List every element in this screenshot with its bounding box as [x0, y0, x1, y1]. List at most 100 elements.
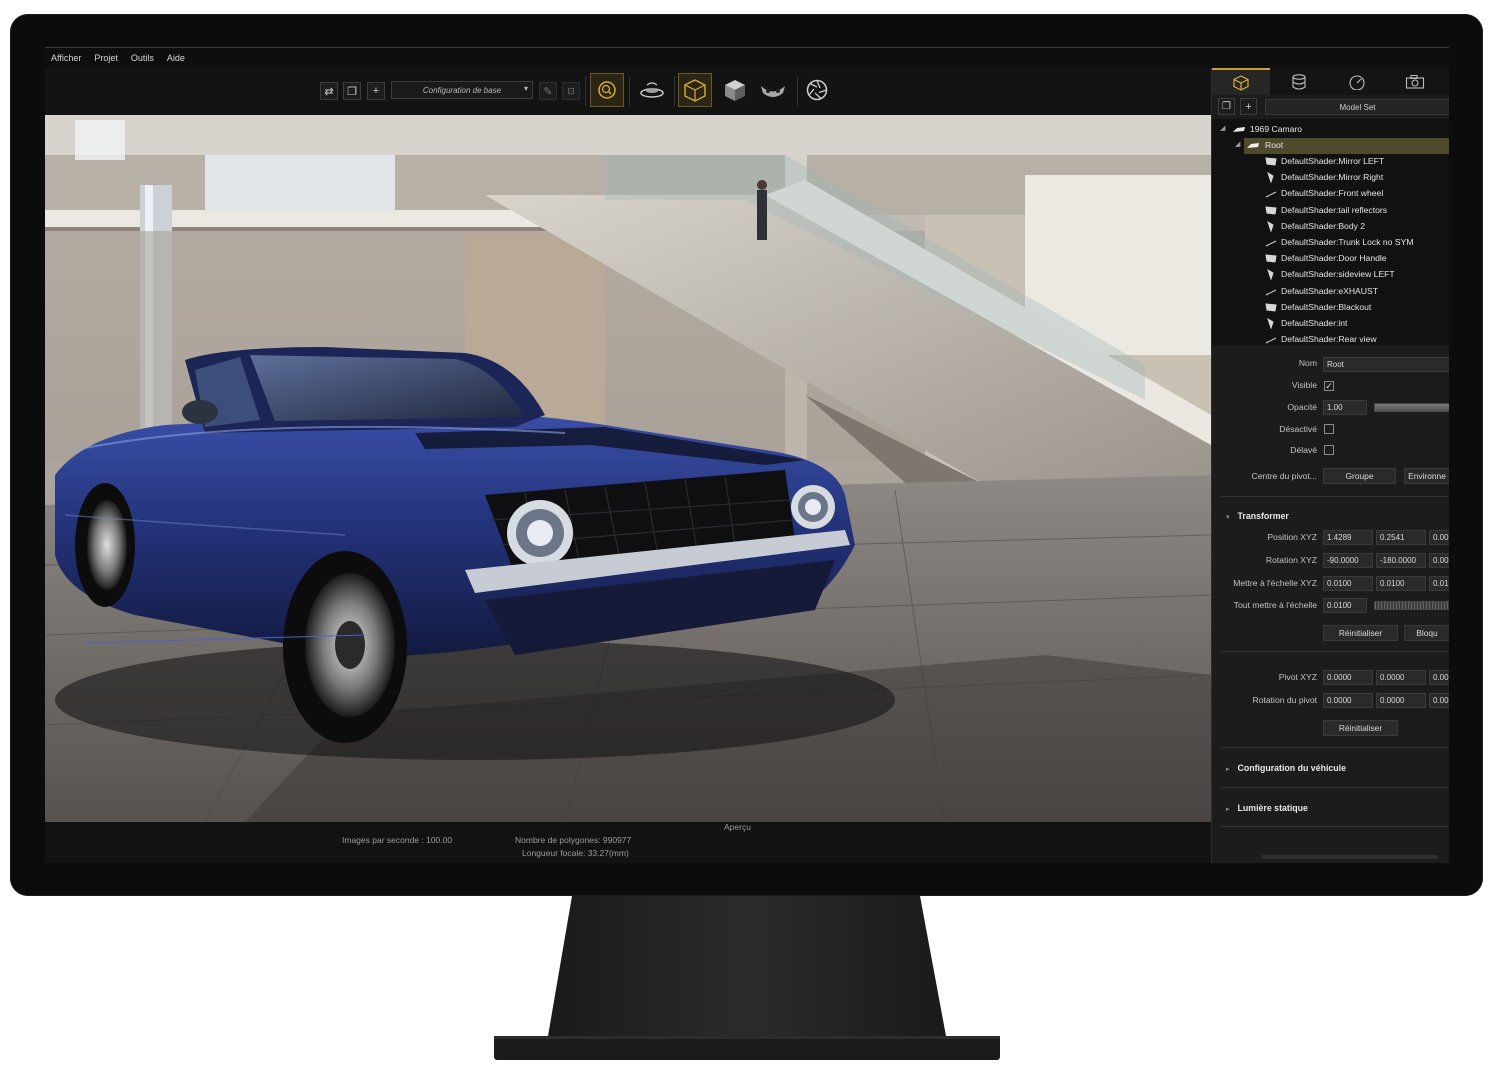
tree-item-label: DefaultShader:sideview LEFT: [1281, 269, 1395, 280]
section-divider: [1220, 787, 1449, 788]
tree-item-shader[interactable]: DefaultShader:sideview LEFT: [1212, 267, 1449, 283]
tree-item-label: DefaultShader:Front wheel: [1281, 188, 1384, 199]
scale-z-field[interactable]: 0.01: [1429, 576, 1449, 591]
opacity-slider[interactable]: [1374, 403, 1449, 412]
mesh-icon: [1265, 240, 1277, 247]
properties-form: Nom Root Visible ✓ Opacité 1.00 Désactiv…: [1212, 345, 1449, 863]
tree-item-shader[interactable]: DefaultShader:Door Handle: [1212, 251, 1449, 267]
menu-afficher[interactable]: Afficher: [45, 48, 88, 68]
add-model-button[interactable]: +: [1240, 98, 1257, 115]
tree-item-label: Root: [1265, 140, 1284, 150]
tree-item-shader[interactable]: DefaultShader:int: [1212, 316, 1449, 332]
mesh-icon: [1265, 303, 1277, 312]
mesh-icon: [1265, 191, 1277, 198]
tree-item-shader[interactable]: DefaultShader:eXHAUST: [1212, 284, 1449, 300]
database-icon: [1292, 73, 1306, 90]
reset-pivot-button[interactable]: Réinitialiser: [1323, 720, 1398, 736]
rotation-y-field[interactable]: -180.0000: [1376, 553, 1426, 568]
tree-item-label: DefaultShader:Door Handle: [1281, 253, 1387, 264]
scale-y-field[interactable]: 0.0100: [1376, 576, 1426, 591]
tree-item-shader[interactable]: DefaultShader:Body 2: [1212, 219, 1449, 235]
mask-button[interactable]: [756, 73, 790, 107]
pivot-rot-y-field[interactable]: 0.0000: [1376, 693, 1426, 708]
tab-data[interactable]: [1270, 68, 1328, 95]
position-x-field[interactable]: 1.4289: [1323, 530, 1373, 545]
tree-item-label: DefaultShader:Blackout: [1281, 301, 1372, 312]
tree-item-root[interactable]: ◢ Root: [1235, 138, 1449, 154]
nom-field[interactable]: Root: [1323, 357, 1449, 372]
rotation-z-field[interactable]: 0.00: [1429, 553, 1449, 568]
model-set-select[interactable]: Model Set: [1265, 99, 1449, 115]
tree-item-label: DefaultShader:Mirror LEFT: [1281, 156, 1385, 166]
pivot-center-label: Centre du pivot...: [1251, 471, 1317, 481]
shaded-cube-button[interactable]: [718, 73, 752, 107]
transform-section-header[interactable]: ▾ Transformer: [1226, 511, 1289, 521]
tab-camera[interactable]: [1386, 68, 1444, 95]
panel-tabs: [1212, 68, 1449, 95]
edit-button[interactable]: ✎: [539, 82, 557, 100]
scale-x-field[interactable]: 0.0100: [1323, 576, 1373, 591]
reset-transform-button[interactable]: Réinitialiser: [1323, 625, 1398, 641]
scale-label: Mettre à l'échelle XYZ: [1233, 578, 1317, 588]
mesh-icon: [1265, 254, 1277, 263]
groupe-button[interactable]: Groupe: [1323, 468, 1396, 484]
render-viewport[interactable]: [45, 115, 1211, 822]
position-z-field[interactable]: 0.00: [1429, 530, 1449, 545]
tree-item-shader[interactable]: DefaultShader:tail reflectors: [1212, 203, 1449, 219]
tree-item-model[interactable]: ◢ 1969 Camaro: [1212, 122, 1449, 138]
lock-button[interactable]: ⊡: [562, 82, 580, 100]
scale-all-slider[interactable]: [1374, 601, 1449, 610]
transform-section-title: Transformer: [1237, 511, 1289, 521]
pivot-rot-z-field[interactable]: 0.00: [1429, 693, 1449, 708]
turntable-button[interactable]: [635, 73, 669, 107]
scale-all-label: Tout mettre à l'échelle: [1233, 600, 1317, 610]
turntable-icon: [640, 82, 664, 98]
mesh-icon: [1267, 269, 1274, 281]
opacity-field[interactable]: 1.00: [1323, 400, 1367, 415]
swap-icon: ⇄: [324, 85, 334, 98]
configuration-select[interactable]: Configuration de base ▾: [391, 81, 533, 99]
visible-checkbox[interactable]: ✓: [1324, 381, 1334, 391]
pivot-rot-x-field[interactable]: 0.0000: [1323, 693, 1373, 708]
tree-item-shader[interactable]: DefaultShader:Mirror Right: [1212, 170, 1449, 186]
delave-checkbox[interactable]: [1324, 445, 1334, 455]
tree-item-shader[interactable]: DefaultShader:Front wheel: [1212, 186, 1449, 202]
pivot-y-field[interactable]: 0.0000: [1376, 670, 1426, 685]
tab-scene[interactable]: [1212, 68, 1270, 95]
vehicle-config-section-header[interactable]: ▸ Configuration du véhicule: [1226, 763, 1346, 773]
car-icon: [1233, 127, 1245, 132]
position-y-field[interactable]: 0.2541: [1376, 530, 1426, 545]
tree-item-shader[interactable]: DefaultShader:Blackout: [1212, 300, 1449, 316]
pivot-z-field[interactable]: 0.00: [1429, 670, 1449, 685]
mask-icon: [761, 86, 785, 97]
environnement-button[interactable]: Environne: [1404, 468, 1449, 484]
duplicate-button[interactable]: ❐: [343, 82, 361, 100]
tree-item-shader[interactable]: DefaultShader:Mirror LEFT: [1212, 154, 1449, 170]
aperture-icon: [806, 79, 828, 101]
aperture-button[interactable]: [800, 73, 834, 107]
mesh-icon: [1267, 318, 1274, 329]
mesh-icon: [1265, 157, 1277, 166]
menu-outils[interactable]: Outils: [125, 48, 161, 68]
tree-item-shader[interactable]: DefaultShader:Trunk Lock no SYM: [1212, 235, 1449, 251]
fps-readout: Images par seconde : 100.00: [342, 835, 453, 845]
rotation-x-field[interactable]: -90.0000: [1323, 553, 1373, 568]
tab-performance[interactable]: [1328, 68, 1386, 95]
tree-item-label: DefaultShader:Body 2: [1281, 220, 1366, 231]
copy-model-button[interactable]: ❐: [1218, 98, 1235, 115]
panel-scrollbar[interactable]: [1262, 855, 1438, 859]
lock-scale-button[interactable]: Bloqu: [1404, 625, 1449, 641]
desactive-checkbox[interactable]: [1324, 424, 1334, 434]
mesh-icon: [1265, 289, 1277, 296]
scale-all-field[interactable]: 0.0100: [1323, 598, 1367, 613]
tree-item-shader[interactable]: DefaultShader:Rear view: [1212, 332, 1449, 345]
swap-button[interactable]: ⇄: [320, 82, 338, 100]
menu-aide[interactable]: Aide: [161, 48, 192, 68]
object-box-button[interactable]: [678, 73, 712, 107]
pivot-x-field[interactable]: 0.0000: [1323, 670, 1373, 685]
static-light-section-header[interactable]: ▸ Lumière statique: [1226, 803, 1308, 813]
add-button[interactable]: +: [367, 82, 385, 100]
add-icon: +: [1245, 100, 1252, 113]
search-zoom-button[interactable]: [590, 73, 624, 107]
menu-projet[interactable]: Projet: [88, 48, 125, 68]
